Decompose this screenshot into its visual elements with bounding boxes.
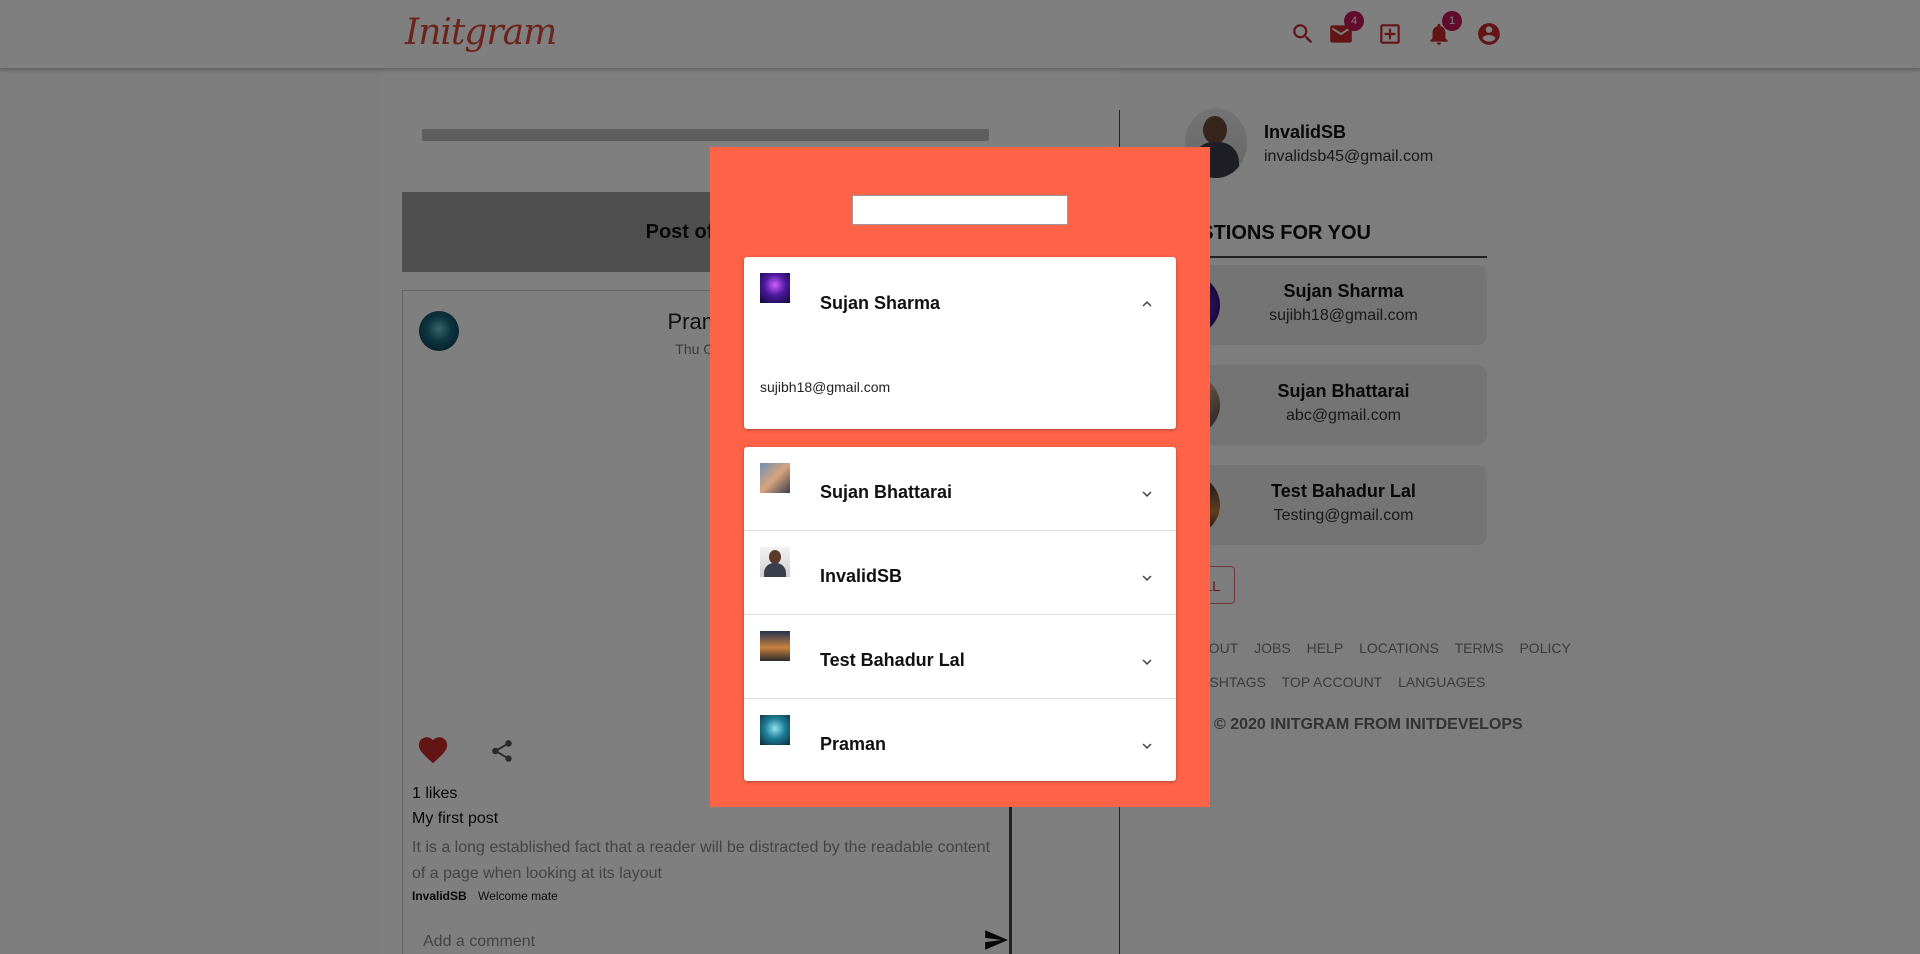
user-email: sujibh18@gmail.com [760,379,891,395]
chevron-down-icon[interactable] [1138,737,1156,755]
user-name: Test Bahadur Lal [820,650,965,670]
user-thumbnail [760,631,790,661]
chevron-down-icon[interactable] [1138,485,1156,503]
user-thumbnail [760,273,790,303]
chevron-down-icon[interactable] [1138,653,1156,671]
user-thumbnail [760,547,790,577]
user-accordion[interactable]: Sujan Bhattarai [744,447,1176,531]
user-name: Sujan Bhattarai [820,482,953,502]
user-thumbnail [760,715,790,745]
chevron-up-icon[interactable] [1138,295,1156,313]
user-name: Praman [820,734,887,754]
user-search-modal: Sujan Sharma sujibh18@gmail.com Sujan Bh… [710,147,1210,807]
user-name: InvalidSB [820,566,903,586]
user-search-input[interactable] [852,195,1068,225]
chevron-down-icon[interactable] [1138,569,1156,587]
user-accordion[interactable]: Praman [744,699,1176,783]
user-accordion[interactable]: Test Bahadur Lal [744,615,1176,699]
user-accordion-list: Sujan Bhattarai InvalidSB Test Bahadur L… [744,447,1176,781]
user-accordion-expanded[interactable]: Sujan Sharma sujibh18@gmail.com [744,257,1176,429]
user-accordion[interactable]: InvalidSB [744,531,1176,615]
user-thumbnail [760,463,790,493]
user-name: Sujan Sharma [820,293,941,313]
